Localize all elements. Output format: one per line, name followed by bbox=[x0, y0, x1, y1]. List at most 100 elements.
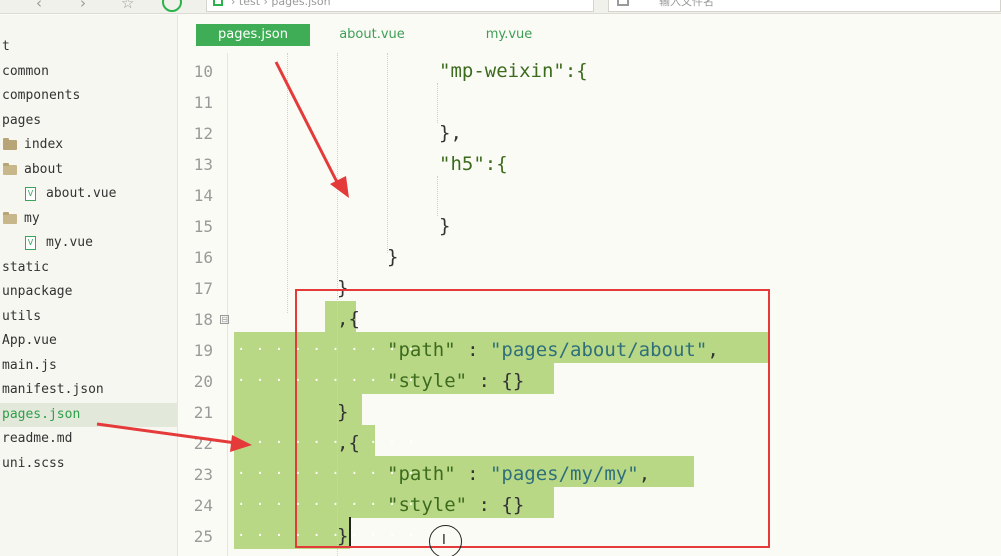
fold-toggle-icon[interactable]: ⊟ bbox=[220, 315, 229, 324]
tree-item-my-vue[interactable]: V my.vue bbox=[0, 231, 177, 255]
code-line: 19 · · · · · · · · · · "path" : "pages/a… bbox=[179, 335, 1001, 366]
vue-file-icon: V bbox=[25, 236, 36, 250]
tree-item-uni-scss[interactable]: uni.scss bbox=[0, 452, 177, 476]
tree-item-utils[interactable]: utils bbox=[0, 305, 177, 329]
code-text: } bbox=[337, 401, 349, 423]
json-separator: : bbox=[467, 370, 502, 392]
code-line: 18 ⊟ ,{ bbox=[179, 304, 1001, 335]
json-comma: , bbox=[638, 463, 651, 485]
text-cursor bbox=[349, 517, 351, 547]
line-number: 25 bbox=[193, 527, 213, 546]
tree-item-label: about.vue bbox=[46, 186, 117, 201]
json-key: "path" bbox=[387, 463, 456, 485]
json-separator: : bbox=[455, 339, 490, 361]
tree-item-label: utils bbox=[2, 309, 42, 324]
json-separator: : bbox=[467, 494, 502, 516]
json-value: "pages/my/my" bbox=[489, 463, 639, 485]
file-search-box[interactable]: 输入文件名 bbox=[608, 0, 1001, 12]
tree-item-common[interactable]: common bbox=[0, 60, 177, 84]
tree-item-pages-json[interactable]: pages.json bbox=[0, 403, 177, 427]
code-text: "path" : "pages/about/about", bbox=[387, 335, 719, 366]
line-number: 11 bbox=[193, 93, 213, 112]
tree-item-label: common bbox=[2, 64, 49, 79]
vue-file-icon: V bbox=[25, 187, 36, 201]
tree-item-project[interactable]: t bbox=[0, 35, 177, 59]
project-explorer: t common components pages index about V … bbox=[0, 15, 178, 556]
code-text: "path" : "pages/my/my", bbox=[387, 459, 650, 490]
folder-icon bbox=[3, 138, 17, 150]
tree-item-readme-md[interactable]: readme.md bbox=[0, 427, 177, 451]
run-icon[interactable] bbox=[162, 0, 182, 12]
code-text: "style" : {} bbox=[387, 490, 524, 521]
line-number: 16 bbox=[193, 248, 213, 267]
code-text: } bbox=[337, 277, 349, 299]
tree-item-components[interactable]: components bbox=[0, 84, 177, 108]
code-line: 17 } bbox=[179, 273, 1001, 304]
code-text: ,{ bbox=[337, 308, 360, 330]
tree-item-about[interactable]: about bbox=[0, 158, 177, 182]
breadcrumb-path: › test › pages.json bbox=[231, 0, 331, 8]
code-line: 10 "mp-weixin":{ bbox=[179, 56, 1001, 87]
code-line: 25 · · · · · · · · · · } bbox=[179, 521, 1001, 552]
line-number: 15 bbox=[193, 217, 213, 236]
code-text: "h5":{ bbox=[439, 153, 508, 175]
line-number: 23 bbox=[193, 465, 213, 484]
line-number: 19 bbox=[193, 341, 213, 360]
line-number: 21 bbox=[193, 403, 213, 422]
tree-item-label: App.vue bbox=[2, 333, 57, 348]
code-line: 13 "h5":{ bbox=[179, 149, 1001, 180]
code-text: } bbox=[387, 246, 399, 268]
json-separator: : bbox=[455, 463, 490, 485]
code-text: }, bbox=[439, 122, 462, 144]
tree-item-manifest-json[interactable]: manifest.json bbox=[0, 378, 177, 402]
tree-item-label: main.js bbox=[2, 358, 57, 373]
tree-item-app-vue[interactable]: App.vue bbox=[0, 329, 177, 353]
tree-item-label: my.vue bbox=[46, 235, 93, 250]
breadcrumb[interactable]: › test › pages.json bbox=[206, 0, 594, 12]
code-line: 21 } bbox=[179, 397, 1001, 428]
tree-item-static[interactable]: static bbox=[0, 256, 177, 280]
file-icon bbox=[213, 0, 223, 6]
search-file-icon bbox=[617, 0, 629, 6]
tree-item-label: t bbox=[2, 39, 10, 54]
json-value: {} bbox=[501, 494, 525, 516]
json-value: {} bbox=[501, 370, 525, 392]
tree-item-label: my bbox=[24, 211, 40, 226]
tab-my-vue[interactable]: my.vue bbox=[469, 24, 549, 46]
tree-item-label: about bbox=[24, 162, 64, 177]
search-input[interactable]: 输入文件名 bbox=[659, 0, 714, 9]
tree-item-my[interactable]: my bbox=[0, 207, 177, 231]
code-text: "style" : {} bbox=[387, 366, 524, 397]
back-arrow-icon[interactable]: ‹ bbox=[36, 0, 42, 11]
star-icon[interactable]: ☆ bbox=[121, 0, 134, 11]
line-number: 13 bbox=[193, 155, 213, 174]
whitespace-markers: · · · · · · · · · · bbox=[237, 435, 417, 451]
json-value: "pages/about/about" bbox=[489, 339, 708, 361]
code-line: 22 · · · · · · · · · · ,{ bbox=[179, 428, 1001, 459]
code-line: 20 · · · · · · · · · · "style" : {} bbox=[179, 366, 1001, 397]
code-text: ,{ bbox=[337, 432, 360, 454]
tree-item-about-vue[interactable]: V about.vue bbox=[0, 182, 177, 206]
editor-tab-bar: pages.json about.vue my.vue bbox=[179, 15, 1001, 53]
ibeam-cursor-icon: I bbox=[442, 533, 446, 548]
code-line: 11 bbox=[179, 87, 1001, 118]
line-number: 22 bbox=[193, 434, 213, 453]
forward-arrow-icon[interactable]: › bbox=[80, 0, 86, 11]
code-line: 16 } bbox=[179, 242, 1001, 273]
tree-item-index[interactable]: index bbox=[0, 133, 177, 157]
code-line: 23 · · · · · · · · · · "path" : "pages/m… bbox=[179, 459, 1001, 490]
tab-about-vue[interactable]: about.vue bbox=[327, 24, 417, 46]
top-toolbar: ‹ › ☆ › test › pages.json 输入文件名 bbox=[0, 0, 1001, 14]
tree-item-label: unpackage bbox=[2, 284, 73, 299]
json-key: "style" bbox=[387, 494, 468, 516]
tree-item-unpackage[interactable]: unpackage bbox=[0, 280, 177, 304]
tree-item-label: manifest.json bbox=[2, 382, 104, 397]
tree-item-label: readme.md bbox=[2, 431, 73, 446]
tab-pages-json[interactable]: pages.json bbox=[196, 24, 310, 46]
tree-item-main-js[interactable]: main.js bbox=[0, 354, 177, 378]
open-folder-icon bbox=[3, 163, 17, 175]
line-number: 12 bbox=[193, 124, 213, 143]
code-text: "mp-weixin":{ bbox=[439, 60, 588, 82]
tree-item-pages[interactable]: pages bbox=[0, 109, 177, 133]
code-editor[interactable]: 10 "mp-weixin":{ 11 12 }, 13 "h5":{ 14 1… bbox=[179, 53, 1001, 556]
